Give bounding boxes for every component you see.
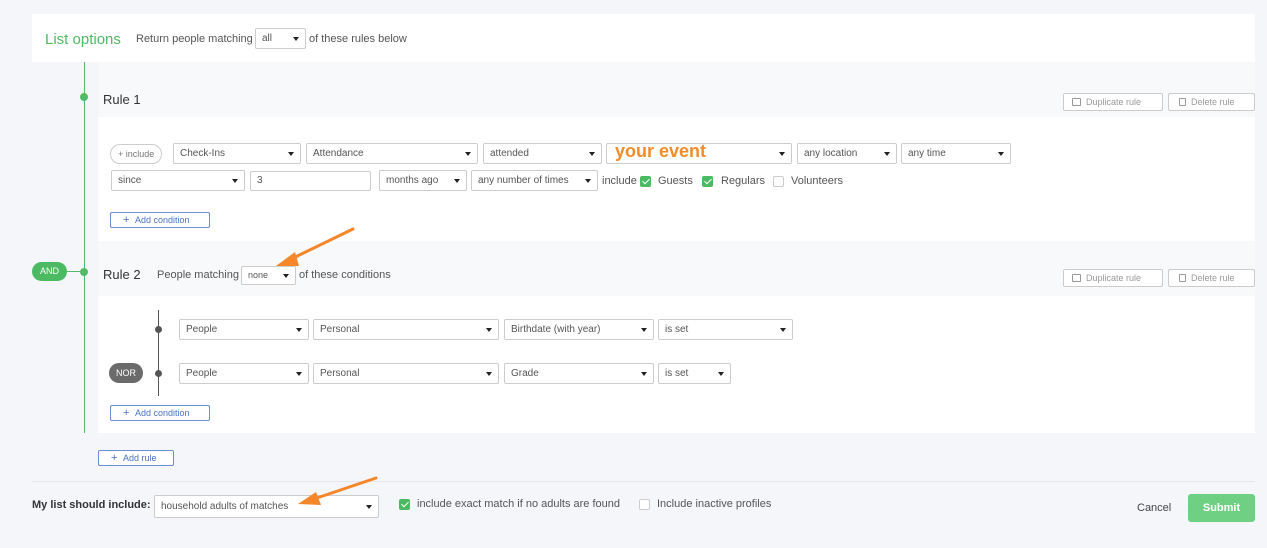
arrow-to-match-select: [276, 227, 355, 266]
annotation-arrows: [276, 227, 378, 505]
arrow-to-include-select: [298, 476, 378, 505]
